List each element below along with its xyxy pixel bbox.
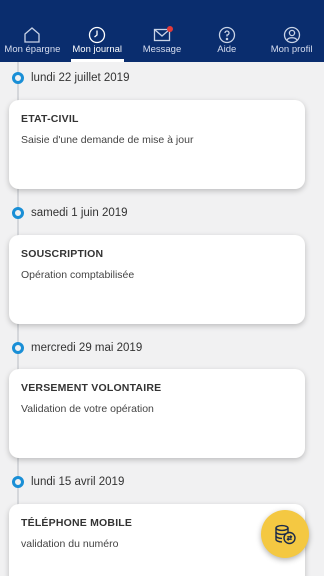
nav-item-mon-journal[interactable]: Mon journal [65,0,130,62]
active-tab-indicator [70,59,124,62]
top-navigation: Mon épargne Mon journal Message Aide Mon [0,0,324,62]
card-title: ETAT-CIVIL [21,113,79,125]
nav-label-aide: Aide [217,44,237,55]
nav-label-mon-profil: Mon profil [270,44,313,55]
nav-label-mon-epargne: Mon épargne [4,44,61,55]
nav-item-mon-profil[interactable]: Mon profil [259,0,324,62]
card-title: SOUSCRIPTION [21,248,104,260]
date-label: samedi 1 juin 2019 [31,207,128,219]
home-icon [24,27,41,43]
help-icon [218,26,235,44]
date-label: lundi 15 avril 2019 [31,476,125,488]
card-description: validation du numéro [21,538,119,550]
timeline-dot [12,476,24,488]
nav-item-aide[interactable]: Aide [194,0,259,62]
nav-item-message[interactable]: Message [130,0,195,62]
timeline-dot [12,72,24,84]
clock-icon [89,26,106,44]
journal-card[interactable]: TÉLÉPHONE MOBILE validation du numéro [9,504,305,576]
savings-action-button[interactable] [261,510,309,558]
nav-item-mon-epargne[interactable]: Mon épargne [0,0,65,62]
nav-label-mon-journal: Mon journal [72,44,123,55]
profile-icon [283,26,300,44]
date-label: lundi 22 juillet 2019 [31,72,130,84]
timeline-dot [12,207,24,219]
card-description: Opération comptabilisée [21,269,135,281]
date-label: mercredi 29 mai 2019 [31,342,143,354]
journal-card[interactable]: SOUSCRIPTION Opération comptabilisée [9,235,305,324]
card-title: VERSEMENT VOLONTAIRE [21,382,162,394]
nav-label-message: Message [142,44,182,55]
coins-icon [275,524,296,545]
timeline-dot [12,342,24,354]
card-description: Validation de votre opération [21,403,154,415]
journal-card[interactable]: ETAT-CIVIL Saisie d'une demande de mise … [9,100,305,189]
card-title: TÉLÉPHONE MOBILE [21,517,133,529]
unread-badge [166,26,173,32]
card-description: Saisie d'une demande de mise à jour [21,134,194,146]
journal-card[interactable]: VERSEMENT VOLONTAIRE Validation de votre… [9,369,305,458]
